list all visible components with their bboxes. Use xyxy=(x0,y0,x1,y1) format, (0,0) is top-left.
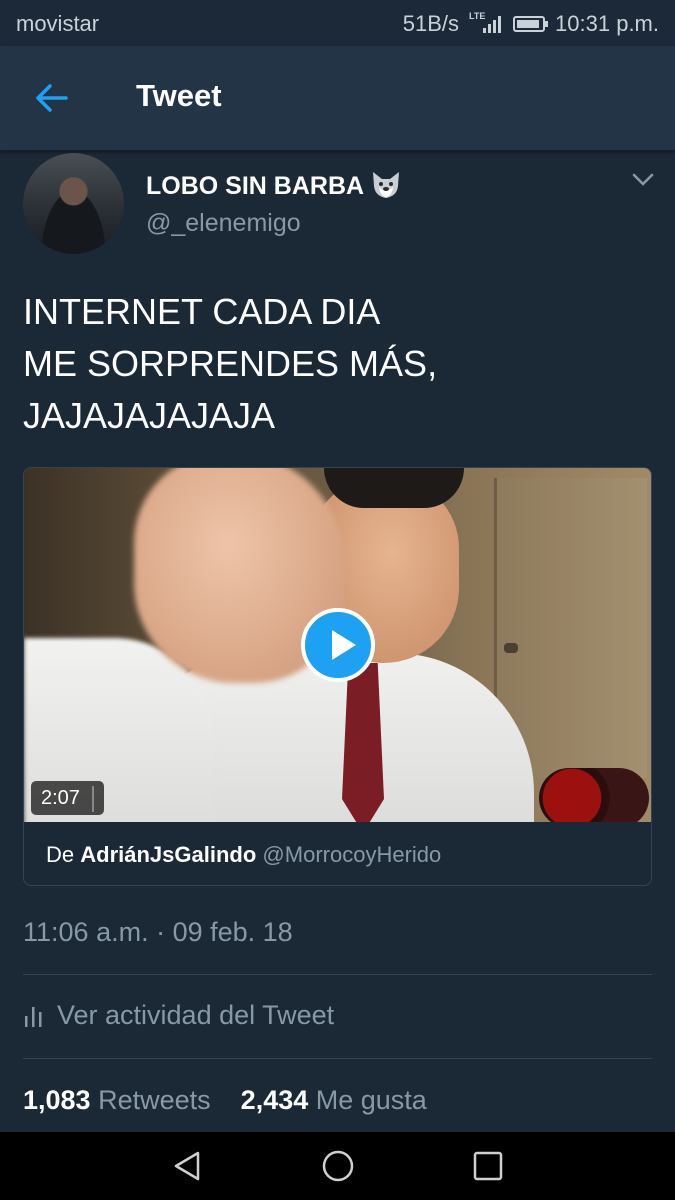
likes-label: Me gusta xyxy=(315,1085,427,1115)
nav-back-button[interactable] xyxy=(170,1148,206,1184)
tweet-text-line: INTERNET CADA DIA xyxy=(23,291,381,332)
likes-stat[interactable]: 2,434 Me gusta xyxy=(241,1085,427,1115)
square-recents-icon xyxy=(473,1151,503,1181)
video-attribution[interactable]: De AdriánJsGalindo @MorrocoyHerido xyxy=(46,842,441,868)
back-button[interactable] xyxy=(30,76,74,120)
wolf-face-icon xyxy=(370,170,402,200)
tweet-activity-link[interactable]: Ver actividad del Tweet xyxy=(23,1000,334,1031)
tweet-text-line: ME SORPRENDES MÁS, xyxy=(23,343,438,384)
tweet-stats: 1,083 Retweets 2,434 Me gusta xyxy=(23,1085,427,1116)
network-speed: 51B/s xyxy=(402,11,460,36)
author-name[interactable]: LOBO SIN BARBA xyxy=(146,170,402,201)
page-title: Tweet xyxy=(136,78,222,113)
signal-icon: LTE xyxy=(469,11,503,35)
triangle-back-icon xyxy=(174,1151,200,1181)
attribution-handle: @MorrocoyHerido xyxy=(262,842,442,867)
avatar[interactable] xyxy=(23,153,124,254)
video-duration: 2:07 xyxy=(31,781,104,815)
play-icon[interactable] xyxy=(301,608,375,682)
author-handle[interactable]: @_elenemigo xyxy=(146,209,301,238)
retweets-label: Retweets xyxy=(98,1085,211,1115)
media-card[interactable]: 2:07 De AdriánJsGalindo @MorrocoyHerido xyxy=(23,467,652,886)
tweet-menu-button[interactable] xyxy=(630,170,656,190)
attribution-prefix: De xyxy=(46,842,75,867)
chevron-down-icon xyxy=(632,173,654,186)
arrow-left-icon xyxy=(36,84,68,112)
battery-icon xyxy=(513,16,549,32)
tweet-timestamp: 11:06 a.m. · 09 feb. 18 xyxy=(23,917,293,947)
status-icons: 51B/s LTE 10:31 p.m. xyxy=(403,11,659,37)
analytics-icon xyxy=(25,1006,42,1027)
tweet-text-line: JAJAJAJAJAJA xyxy=(23,395,276,436)
status-bar: movistar 51B/s LTE 10:31 p.m. xyxy=(0,0,675,46)
divider xyxy=(23,1058,652,1059)
video-thumbnail[interactable]: 2:07 xyxy=(24,468,651,822)
likes-count: 2,434 xyxy=(240,1085,309,1115)
divider xyxy=(23,974,652,975)
nav-recents-button[interactable] xyxy=(470,1148,506,1184)
circle-home-icon xyxy=(322,1150,354,1182)
app-bar: Tweet xyxy=(0,46,675,150)
retweets-stat[interactable]: 1,083 Retweets xyxy=(23,1085,211,1115)
carrier-name: movistar xyxy=(16,11,100,36)
activity-label: Ver actividad del Tweet xyxy=(57,1000,335,1030)
system-nav-bar xyxy=(0,1132,675,1200)
retweets-count: 1,083 xyxy=(23,1085,91,1115)
attribution-name: AdriánJsGalindo xyxy=(80,842,257,867)
tweet-text: INTERNET CADA DIA ME SORPRENDES MÁS, JAJ… xyxy=(23,286,437,442)
nav-home-button[interactable] xyxy=(320,1148,356,1184)
clock: 10:31 p.m. xyxy=(555,11,659,36)
